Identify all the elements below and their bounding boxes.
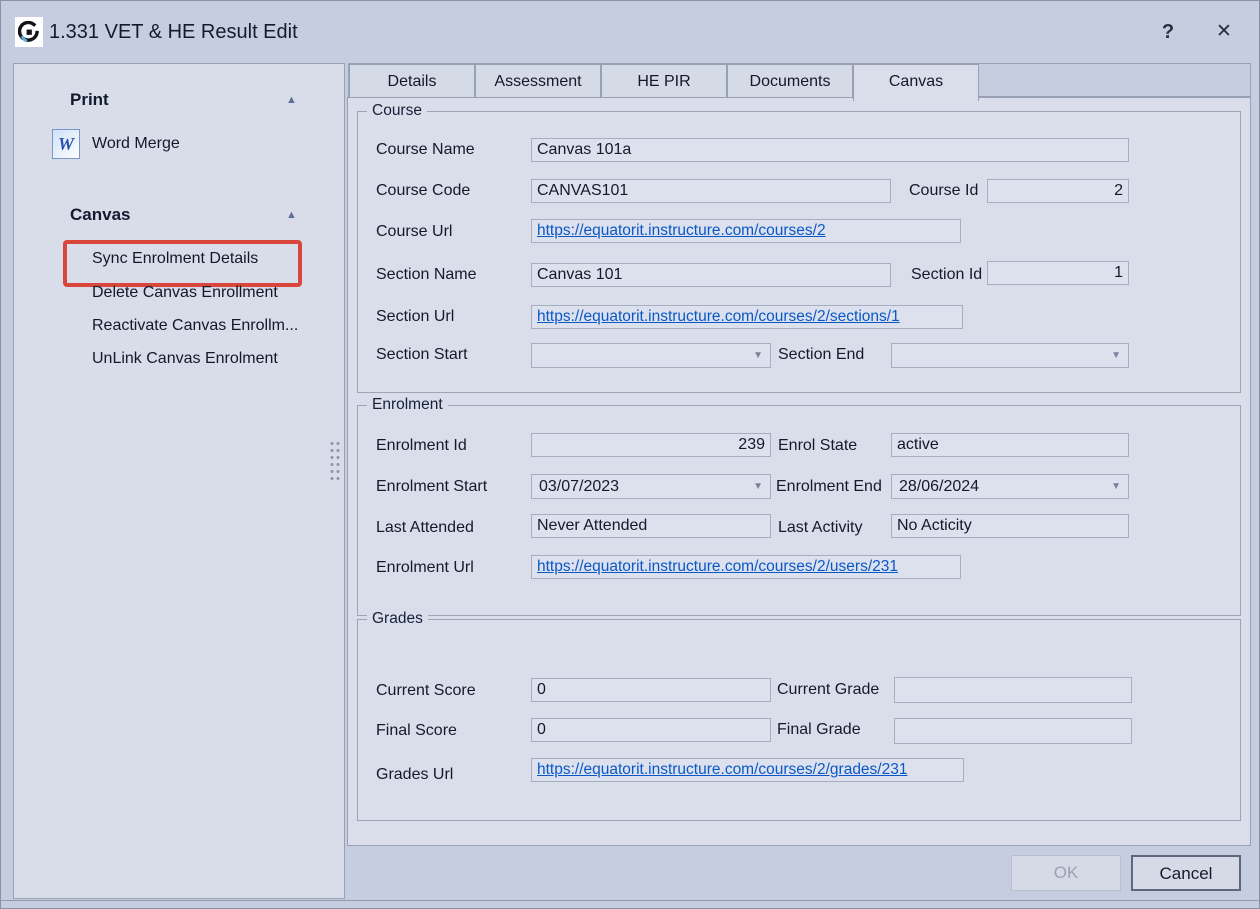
- current-grade-input[interactable]: [894, 677, 1132, 703]
- collapse-arrow-icon[interactable]: ▲: [286, 209, 297, 221]
- final-grade-input[interactable]: [894, 718, 1132, 744]
- enrolment-url-box: https://equatorit.instructure.com/course…: [531, 555, 961, 579]
- enrolment-url-label: Enrolment Url: [376, 559, 474, 577]
- final-score-input[interactable]: [531, 718, 771, 742]
- section-name-label: Section Name: [376, 266, 477, 284]
- close-button[interactable]: ✕: [1207, 1, 1241, 63]
- enrolment-id-input[interactable]: [531, 433, 771, 457]
- grades-url-box: https://equatorit.instructure.com/course…: [531, 758, 964, 782]
- course-group-legend: Course: [367, 102, 427, 120]
- current-grade-label: Current Grade: [777, 681, 879, 699]
- word-merge-icon: W: [52, 129, 80, 159]
- sidebar-item-word-merge[interactable]: Word Merge: [92, 135, 180, 153]
- section-start-combo[interactable]: ▼: [531, 343, 771, 368]
- course-name-label: Course Name: [376, 141, 475, 159]
- last-attended-input[interactable]: [531, 514, 771, 538]
- section-start-label: Section Start: [376, 346, 468, 364]
- tab-details[interactable]: Details: [349, 64, 475, 98]
- last-activity-input[interactable]: [891, 514, 1129, 538]
- section-url-box: https://equatorit.instructure.com/course…: [531, 305, 963, 329]
- enrolment-start-label: Enrolment Start: [376, 478, 487, 496]
- course-id-label: Course Id: [909, 182, 978, 200]
- section-end-combo[interactable]: ▼: [891, 343, 1129, 368]
- sidebar-item-reactivate-canvas-enrollment[interactable]: Reactivate Canvas Enrollm...: [92, 317, 298, 335]
- section-id-label: Section Id: [911, 266, 982, 284]
- enrolment-end-value: 28/06/2024: [899, 478, 979, 496]
- enrolment-end-combo[interactable]: 28/06/2024 ▼: [891, 474, 1129, 499]
- app-logo-icon: [15, 17, 43, 47]
- enrolment-end-label: Enrolment End: [776, 478, 882, 496]
- course-url-label: Course Url: [376, 223, 452, 241]
- enrol-state-label: Enrol State: [778, 437, 857, 455]
- chevron-down-icon[interactable]: ▼: [753, 350, 763, 361]
- section-id-input[interactable]: [987, 261, 1129, 285]
- dialog-window: 1.331 VET & HE Result Edit ? ✕ Print ▲ W…: [0, 0, 1260, 909]
- last-attended-label: Last Attended: [376, 519, 474, 537]
- course-id-input[interactable]: [987, 179, 1129, 203]
- collapse-arrow-icon[interactable]: ▲: [286, 94, 297, 106]
- last-activity-label: Last Activity: [778, 519, 862, 537]
- enrolment-id-label: Enrolment Id: [376, 437, 467, 455]
- splitter-grip[interactable]: [329, 440, 342, 482]
- course-code-label: Course Code: [376, 182, 470, 200]
- enrol-state-input[interactable]: [891, 433, 1129, 457]
- sidebar-section-canvas-header[interactable]: Canvas: [70, 205, 130, 225]
- enrolment-start-combo[interactable]: 03/07/2023 ▼: [531, 474, 771, 499]
- final-grade-label: Final Grade: [777, 721, 861, 739]
- grades-group-legend: Grades: [367, 610, 428, 628]
- current-score-label: Current Score: [376, 682, 476, 700]
- cancel-button[interactable]: Cancel: [1131, 855, 1241, 891]
- sidebar: Print ▲ W Word Merge Canvas ▲ Sync Enrol…: [13, 63, 345, 899]
- sidebar-item-delete-canvas-enrollment[interactable]: Delete Canvas Enrollment: [92, 284, 278, 302]
- current-score-input[interactable]: [531, 678, 771, 702]
- course-code-input[interactable]: [531, 179, 891, 203]
- chevron-down-icon[interactable]: ▼: [1111, 350, 1121, 361]
- sidebar-item-sync-enrolment-details[interactable]: Sync Enrolment Details: [92, 250, 258, 268]
- enrolment-start-value: 03/07/2023: [539, 478, 619, 496]
- tab-canvas[interactable]: Canvas: [853, 64, 979, 101]
- course-name-input[interactable]: [531, 138, 1129, 162]
- help-button[interactable]: ?: [1151, 1, 1185, 63]
- enrolment-url-link[interactable]: https://equatorit.instructure.com/course…: [537, 558, 898, 576]
- tab-strip: Details Assessment HE PIR Documents Canv…: [348, 63, 1251, 97]
- chevron-down-icon[interactable]: ▼: [1111, 481, 1121, 492]
- tab-assessment[interactable]: Assessment: [475, 64, 601, 98]
- window-bottom-edge: [1, 900, 1259, 901]
- final-score-label: Final Score: [376, 722, 457, 740]
- course-url-link[interactable]: https://equatorit.instructure.com/course…: [537, 222, 826, 240]
- tab-documents[interactable]: Documents: [727, 64, 853, 98]
- tab-he-pir[interactable]: HE PIR: [601, 64, 727, 98]
- sidebar-section-print-header[interactable]: Print: [70, 90, 109, 110]
- grades-url-label: Grades Url: [376, 766, 453, 784]
- window-title: 1.331 VET & HE Result Edit: [49, 1, 298, 63]
- course-url-box: https://equatorit.instructure.com/course…: [531, 219, 961, 243]
- section-url-link[interactable]: https://equatorit.instructure.com/course…: [537, 308, 900, 326]
- titlebar: 1.331 VET & HE Result Edit ? ✕: [1, 1, 1259, 63]
- chevron-down-icon[interactable]: ▼: [753, 481, 763, 492]
- section-name-input[interactable]: [531, 263, 891, 287]
- section-end-label: Section End: [778, 346, 864, 364]
- sidebar-item-unlink-canvas-enrolment[interactable]: UnLink Canvas Enrolment: [92, 350, 278, 368]
- grades-url-link[interactable]: https://equatorit.instructure.com/course…: [537, 761, 907, 779]
- ok-button: OK: [1011, 855, 1121, 891]
- section-url-label: Section Url: [376, 308, 454, 326]
- enrolment-group-legend: Enrolment: [367, 396, 448, 414]
